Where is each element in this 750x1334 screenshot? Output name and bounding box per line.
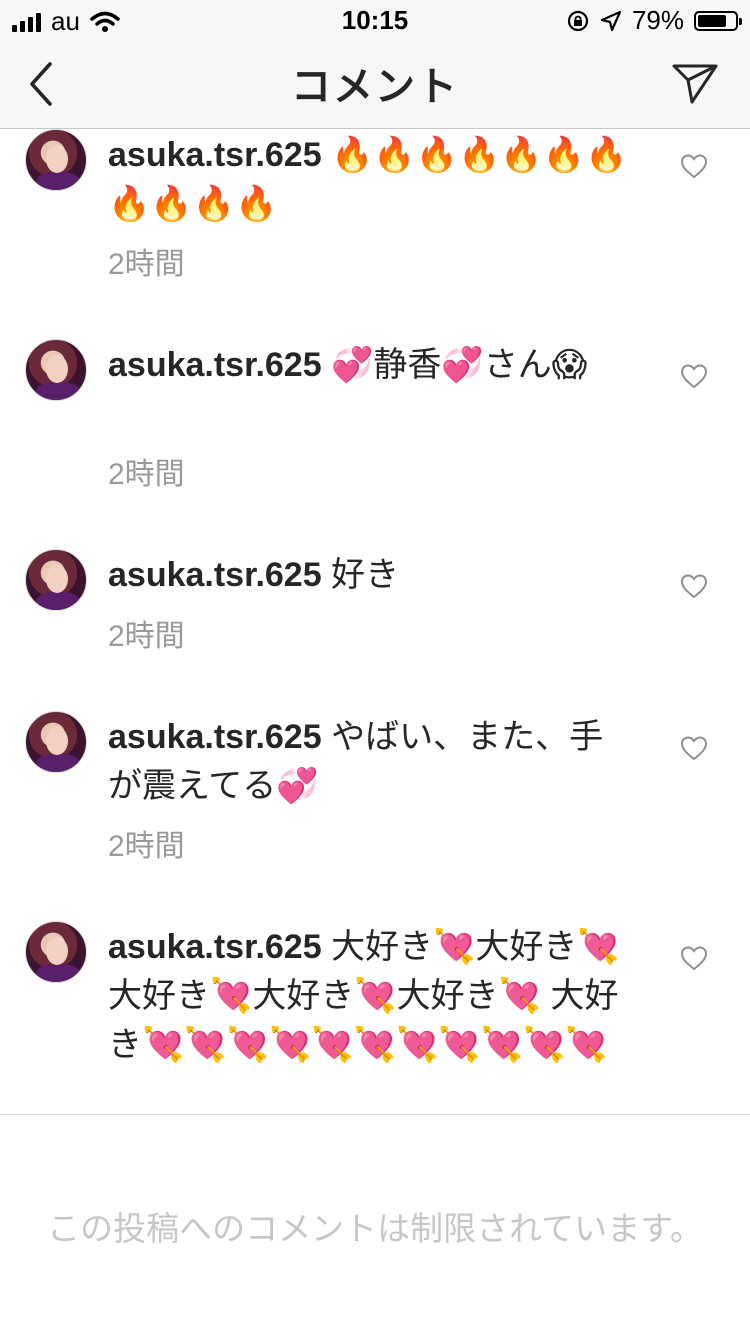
heart-icon[interactable] xyxy=(680,153,708,179)
comment-text: asuka.tsr.625 好き xyxy=(108,551,628,600)
comment-timestamp: 2時間 xyxy=(108,830,185,863)
navigation-header: コメント xyxy=(0,40,750,129)
comment-text: asuka.tsr.625 💞静香💞さん😱 xyxy=(108,341,628,390)
avatar[interactable] xyxy=(25,711,87,773)
comment-timestamp: 2時間 xyxy=(108,248,185,281)
comments-restricted-notice: この投稿へのコメントは制限されています。 xyxy=(47,1210,703,1247)
comment-text: asuka.tsr.625 🔥🔥🔥🔥🔥🔥🔥🔥🔥🔥🔥 xyxy=(108,131,628,229)
status-bar: au 10:15 79% xyxy=(0,0,750,40)
battery-icon xyxy=(694,10,742,31)
comment-username[interactable]: asuka.tsr.625 xyxy=(108,718,322,756)
avatar[interactable] xyxy=(25,339,87,401)
avatar[interactable] xyxy=(25,549,87,611)
comment-timestamp: 2時間 xyxy=(108,458,185,491)
page-title: コメント xyxy=(291,65,459,109)
comment-message: 💞静香💞さん😱 xyxy=(331,346,588,384)
comment-username[interactable]: asuka.tsr.625 xyxy=(108,556,322,594)
comment-username[interactable]: asuka.tsr.625 xyxy=(108,136,322,174)
comment-username[interactable]: asuka.tsr.625 xyxy=(108,928,322,966)
battery-percent: 79% xyxy=(631,5,684,35)
rotation-lock-icon xyxy=(567,10,589,31)
comment-list[interactable]: asuka.tsr.625 🔥🔥🔥🔥🔥🔥🔥🔥🔥🔥🔥 2時間 asuka.tsr.… xyxy=(0,129,750,1114)
avatar[interactable] xyxy=(25,129,87,191)
comment-username[interactable]: asuka.tsr.625 xyxy=(108,346,322,384)
heart-icon[interactable] xyxy=(680,363,708,389)
comment-message: 好き xyxy=(331,556,400,594)
footer-divider xyxy=(0,1114,750,1115)
avatar[interactable] xyxy=(25,921,87,983)
comment-timestamp: 2時間 xyxy=(108,620,185,653)
comment-text: asuka.tsr.625 大好き💘大好き💘大好き💘大好き💘大好き💘 大好き💘💘… xyxy=(108,923,628,1070)
comment-text: asuka.tsr.625 やばい、また、手が震えてる💞 xyxy=(108,713,628,811)
paper-plane-icon[interactable] xyxy=(670,58,720,108)
heart-icon[interactable] xyxy=(680,945,708,971)
heart-icon[interactable] xyxy=(680,573,708,599)
heart-icon[interactable] xyxy=(680,735,708,761)
location-icon xyxy=(600,10,622,31)
